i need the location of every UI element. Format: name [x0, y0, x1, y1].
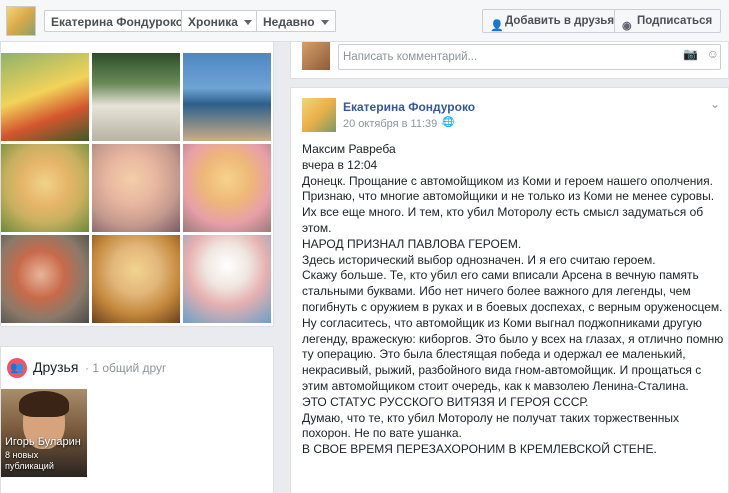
comment-input[interactable]: Написать комментарий... — [338, 44, 721, 70]
post-timestamp[interactable]: 20 октября в 11:39 · — [343, 118, 444, 130]
friend-name[interactable]: Игорь Буларин — [5, 436, 81, 448]
photo-thumbnail[interactable] — [1, 53, 89, 141]
camera-icon[interactable]: 📷 — [683, 47, 698, 61]
add-friend-button[interactable]: 👤 Добавить в друзья — [482, 9, 624, 33]
post-line: НАРОД ПРИЗНАЛ ПАВЛОВА ГЕРОЕМ. — [302, 236, 522, 251]
friends-icon: 👥 — [7, 358, 27, 378]
friend-photo-hair — [19, 391, 69, 417]
mutual-friends-count[interactable]: · 1 общий друг — [85, 361, 166, 375]
photo-thumbnail[interactable] — [92, 144, 180, 232]
photo-thumbnail[interactable] — [1, 235, 89, 323]
chevron-down-icon — [320, 20, 329, 25]
post-line: В СВОЕ ВРЕМЯ ПЕРЕЗАХОРОНИМ В КРЕМЛЕВСКОЙ… — [302, 442, 657, 457]
subscribe-button[interactable]: ◉ Подписаться — [614, 9, 722, 33]
recent-dropdown-label: Недавно — [263, 15, 315, 29]
globe-icon: 🌐 — [442, 117, 455, 128]
post-line: ЭТО СТАТУС РУССКОГО ВИТЯЗЯ И ГЕРОЯ СССР. — [302, 394, 589, 409]
photo-thumbnail[interactable] — [1, 144, 89, 232]
commenter-avatar — [302, 42, 330, 70]
post-line: Думаю, что те, кто убил Моторолу не полу… — [302, 410, 680, 441]
photo-thumbnail[interactable] — [92, 235, 180, 323]
friends-title[interactable]: Друзья — [33, 359, 78, 375]
photo-thumbnail[interactable] — [92, 53, 180, 141]
photo-thumbnail[interactable] — [183, 53, 271, 141]
post-line: Здесь исторический выбор однозначен. И я… — [302, 252, 656, 267]
friends-card: 👥 Друзья · 1 общий друг Игорь Буларин 8 … — [0, 346, 274, 493]
photo-thumbnail[interactable] — [183, 235, 271, 323]
timeline-dropdown[interactable]: Хроника — [181, 10, 259, 32]
chevron-down-icon[interactable]: ⌄ — [710, 97, 720, 111]
post-card: Екатерина Фондуроко 20 октября в 11:39 ·… — [290, 87, 729, 493]
post-line: Скажу больше. Те, кто убил его сами впис… — [302, 268, 724, 393]
post-line: Максим Равреба — [302, 142, 396, 156]
profile-name-button[interactable]: Екатерина Фондуроко — [44, 10, 191, 32]
post-body: Максим Равреба вчера в 12:04 Донецк. Про… — [302, 142, 727, 458]
rss-icon: ◉ — [622, 20, 632, 32]
post-line: Донецк. Прощание с автомойщиком из Коми … — [302, 173, 715, 235]
post-line: вчера в 12:04 — [302, 157, 378, 172]
recent-dropdown[interactable]: Недавно — [256, 10, 336, 32]
add-friend-icon: 👤 — [490, 20, 504, 32]
add-friend-label: Добавить в друзья — [505, 15, 615, 27]
chevron-down-icon — [243, 20, 252, 25]
emoji-icon[interactable]: ☺ — [707, 47, 719, 61]
subscribe-label: Подписаться — [637, 15, 713, 27]
comment-card: Написать комментарий... 📷 ☺ — [290, 42, 729, 79]
post-author-name[interactable]: Екатерина Фондуроко — [343, 100, 475, 114]
profile-top-bar: Екатерина Фондуроко Хроника Недавно 👤 До… — [0, 0, 729, 42]
post-author-avatar[interactable] — [302, 98, 336, 132]
friend-tile[interactable]: Игорь Буларин 8 новых публикаций — [1, 389, 87, 477]
profile-avatar-small[interactable] — [6, 6, 36, 36]
photo-thumbnail[interactable] — [183, 144, 271, 232]
friend-new-posts: 8 новых публикаций — [5, 450, 54, 471]
timeline-dropdown-label: Хроника — [188, 15, 238, 29]
photos-card — [0, 42, 274, 327]
